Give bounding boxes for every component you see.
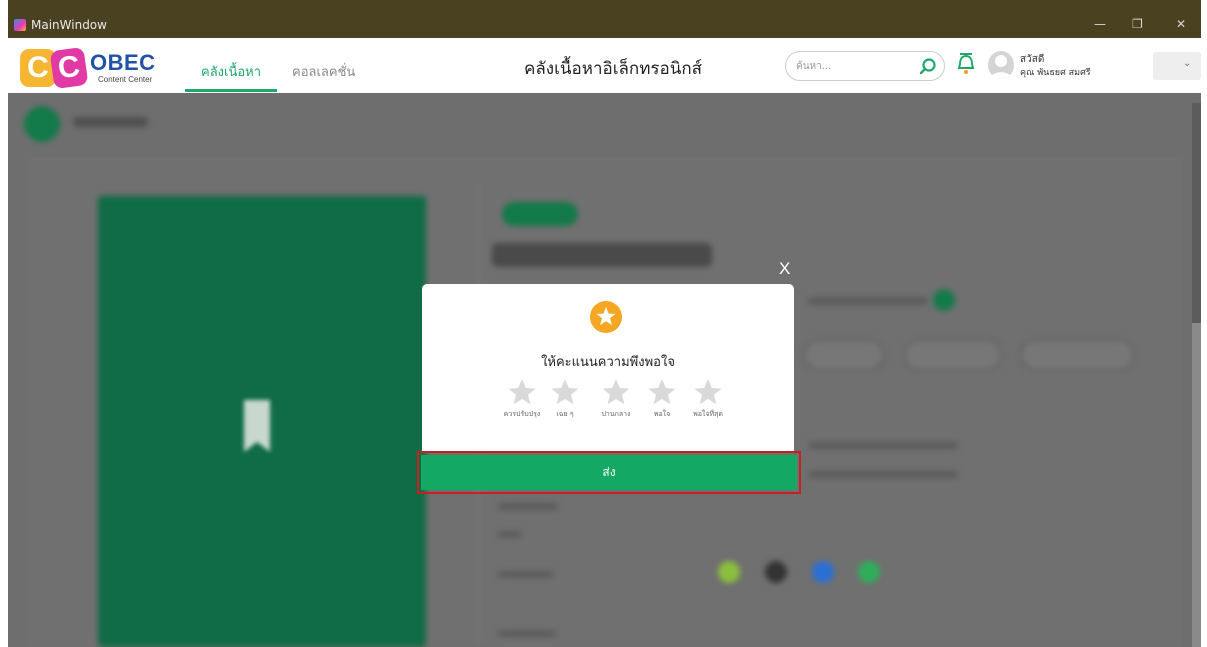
main-window: MainWindow — ❐ ✕ C C OBEC Content Center… <box>8 0 1201 647</box>
star-badge-icon <box>590 301 622 333</box>
search-input[interactable] <box>796 58 906 74</box>
rating-star-icon-4[interactable] <box>647 377 677 407</box>
modal-close-button[interactable]: X <box>779 259 790 279</box>
rating-star-icon-1[interactable] <box>507 377 537 407</box>
user-avatar-icon <box>990 55 1012 79</box>
app-header: C C OBEC Content Center คลังเนื้อหา คอลเ… <box>8 38 1201 93</box>
field-label-blurred-2 <box>498 531 522 538</box>
category-pill-blurred <box>502 202 578 226</box>
title-bar: MainWindow — ❐ ✕ <box>8 0 1201 38</box>
tab-collections[interactable]: คอลเลคชั่น <box>292 61 355 82</box>
share-icon-blurred-4 <box>858 561 880 583</box>
submit-button[interactable]: ส่ง <box>421 455 797 490</box>
submit-highlight: ส่ง <box>417 451 801 494</box>
content-title-blurred <box>492 243 712 267</box>
search-bar <box>785 51 945 81</box>
back-label-blurred <box>73 117 148 127</box>
rating-star-icon-2[interactable] <box>550 377 580 407</box>
search-icon[interactable] <box>918 57 938 77</box>
rating-label-5: พอใจที่สุด <box>693 410 723 418</box>
scrollbar-thumb[interactable] <box>1192 103 1201 323</box>
close-window-button[interactable]: ✕ <box>1176 17 1186 31</box>
action-button-blurred-1 <box>803 339 885 371</box>
action-button-blurred-3 <box>1020 339 1135 371</box>
avatar[interactable] <box>988 51 1014 79</box>
share-icon-blurred-2 <box>765 561 787 583</box>
field-label-blurred-1 <box>498 503 558 510</box>
rating-star-icon-3[interactable] <box>601 377 631 407</box>
logo-mark-c2: C <box>49 46 89 90</box>
status-dot-blurred <box>933 289 955 311</box>
share-icon-blurred-3 <box>812 561 834 583</box>
page-title: คลังเนื้อหาอิเล็กทรอนิกส์ <box>524 59 703 79</box>
rating-modal: ให้คะแนนความพึงพอใจ ควรปรับปรุง เฉย ๆ ปา… <box>422 284 794 451</box>
back-button-blurred <box>24 106 60 142</box>
user-menu-dropdown[interactable]: ⌄ <box>1153 52 1201 80</box>
tab-content-library[interactable]: คลังเนื้อหา <box>201 61 261 82</box>
user-name: คุณ พันธยศ สมศรี <box>1020 68 1091 78</box>
notification-bell-icon[interactable] <box>955 52 977 76</box>
field-label-blurred-4 <box>498 630 556 637</box>
app-icon <box>14 19 26 31</box>
active-tab-indicator <box>185 89 277 92</box>
modal-title: ให้คะแนนความพึงพอใจ <box>541 355 675 370</box>
meta-text-blurred <box>808 297 928 305</box>
field-label-blurred-3 <box>498 571 554 578</box>
logo-name: OBEC <box>90 50 156 75</box>
logo-subtitle: Content Center <box>98 75 153 84</box>
minimize-button[interactable]: — <box>1094 17 1106 31</box>
share-icon-blurred-1 <box>718 561 740 583</box>
description-line-blurred-2 <box>808 471 958 478</box>
bookmark-icon <box>244 400 270 452</box>
chevron-down-icon: ⌄ <box>1183 58 1192 69</box>
description-line-blurred-1 <box>808 442 958 449</box>
window-title: MainWindow <box>31 18 107 32</box>
restore-button[interactable]: ❐ <box>1132 17 1143 31</box>
rating-star-icon-5[interactable] <box>693 377 723 407</box>
action-button-blurred-2 <box>903 339 1003 371</box>
